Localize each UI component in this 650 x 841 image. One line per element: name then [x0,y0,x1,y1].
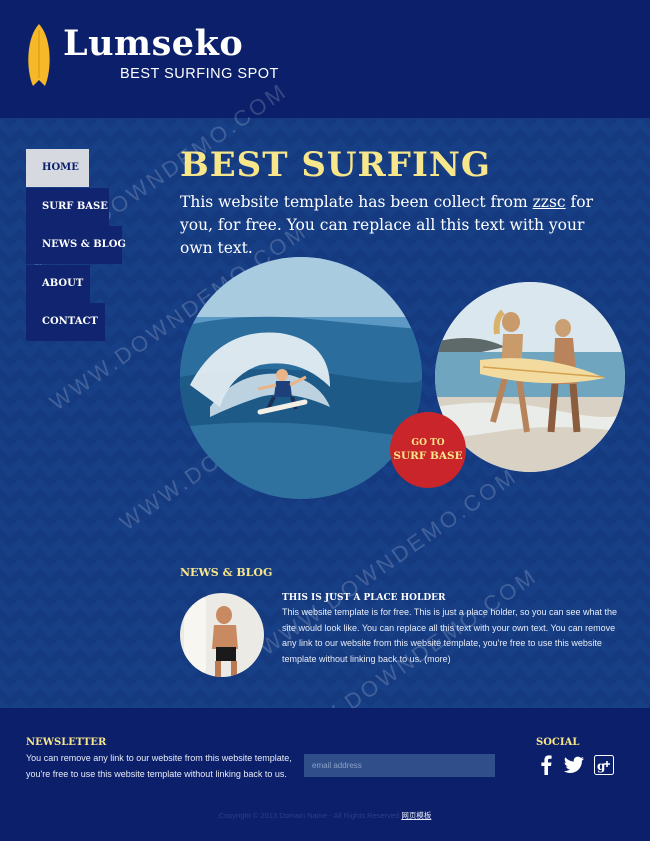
hero-text: This website template has been collect f… [180,191,620,260]
newsletter-text: You can remove any link to our website f… [26,753,292,779]
goto-line-1: GO TO [411,438,445,448]
social-heading: SOCIAL [536,737,580,748]
copyright: Copyright © 2013 Domain Name - All Right… [0,810,650,821]
nav-item-news-blog[interactable]: NEWS & BLOG [26,226,126,264]
twitter-icon[interactable] [563,755,585,775]
news-heading: NEWS & BLOG [180,566,273,579]
hero-title: BEST SURFING [180,145,491,185]
svg-text:g: g [597,759,606,773]
newsletter-heading: NEWSLETTER [26,737,107,748]
surfer-photo [180,257,422,499]
nav-item-contact[interactable]: CONTACT [26,303,105,341]
facebook-icon[interactable] [540,755,552,775]
site-logo-title[interactable]: Lumseko [63,24,243,64]
goto-line-2: SURF BASE [393,450,463,462]
nav-item-home[interactable]: HOME [26,149,89,187]
news-post-title[interactable]: THIS IS JUST A PLACE HOLDER [282,593,446,603]
news-post-photo [180,593,264,677]
main-nav: HOME SURF BASE NEWS & BLOG ABOUT CONTACT [26,149,126,342]
copyright-text: Copyright © 2013 Domain Name - All Right… [218,811,402,820]
surfboard-icon [28,24,50,86]
site-logo-subtitle: BEST SURFING SPOT [120,66,279,82]
goto-surf-base-button[interactable]: GO TO SURF BASE [390,412,466,488]
hero-link[interactable]: zzsc [533,193,566,211]
more-link[interactable]: (more) [424,654,451,664]
google-plus-icon[interactable]: g [594,755,614,775]
email-field[interactable] [304,754,495,777]
nav-item-surf-base[interactable]: SURF BASE [26,187,109,226]
footer-link[interactable]: 网页模板 [401,811,431,820]
nav-item-about[interactable]: ABOUT [26,264,90,303]
hero-text-before: This website template has been collect f… [180,193,533,211]
news-post-body: This website template is for free. This … [282,605,626,667]
